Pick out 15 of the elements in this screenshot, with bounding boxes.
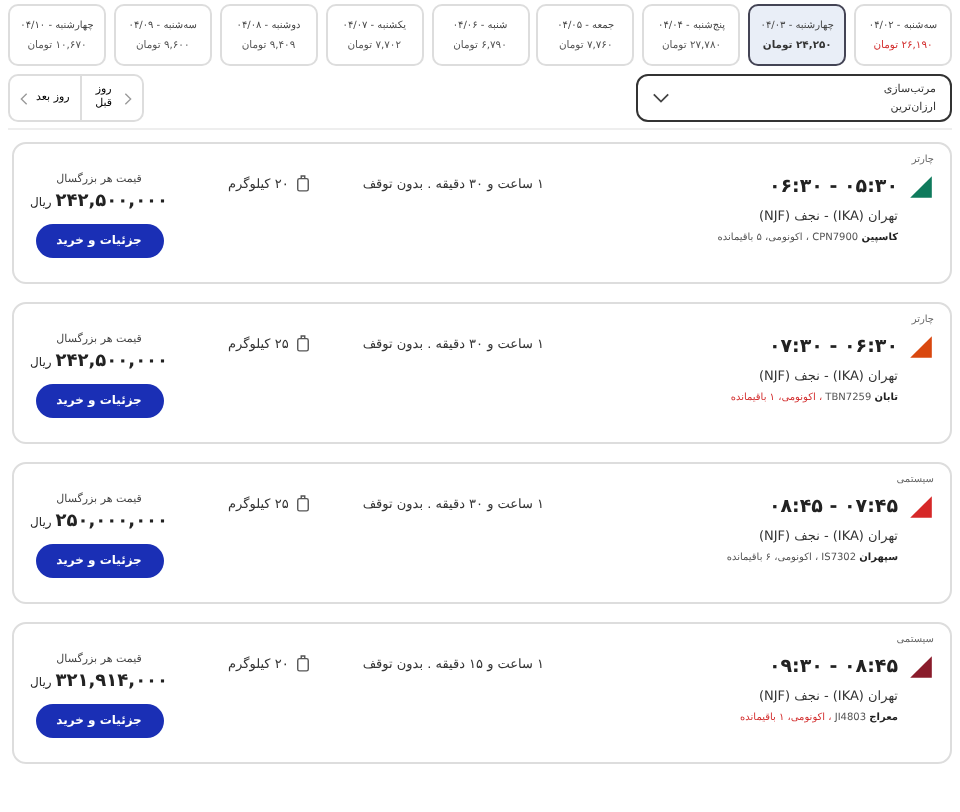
luggage-icon xyxy=(296,174,311,192)
flight-times: ۰۸:۴۵ - ۰۹:۳۰ xyxy=(768,656,898,678)
flight-times: ۰۵:۳۰ - ۰۶:۳۰ xyxy=(768,176,898,198)
luggage-icon xyxy=(296,654,311,672)
price-value: ۳۲۱,۹۱۴,۰۰۰ xyxy=(55,672,169,692)
flight-times: ۰۷:۴۵ - ۰۸:۴۵ xyxy=(768,496,898,518)
flight-times: ۰۶:۳۰ - ۰۷:۳۰ xyxy=(768,336,898,358)
price-value: ۲۴۲,۵۰۰,۰۰۰ xyxy=(55,192,169,212)
price-value: ۲۴۲,۵۰۰,۰۰۰ xyxy=(55,352,169,372)
luggage-icon xyxy=(296,494,311,512)
chevron-right-icon xyxy=(123,91,132,105)
chevron-left-icon xyxy=(20,91,28,105)
chevron-down-icon xyxy=(652,92,670,104)
luggage-icon xyxy=(296,334,311,352)
price-value: ۲۵۰,۰۰۰,۰۰۰ xyxy=(55,512,169,532)
